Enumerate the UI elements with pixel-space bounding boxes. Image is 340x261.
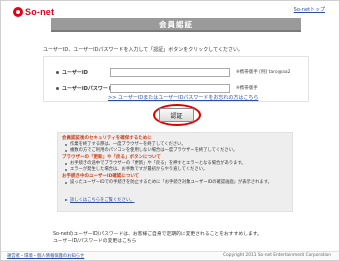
notice-box: 会員認証後のセキュリティを確保するために 作業を終了する際は、一度ブラウザーを終… xyxy=(57,132,293,212)
copyright: Copyright 2011 So-net Entertainment Corp… xyxy=(223,253,331,258)
change-credentials-link[interactable]: ユーザーID/パスワードの変更はこちら xyxy=(53,238,262,245)
bullet-icon xyxy=(56,86,59,90)
footnote-line: So-netのユーザーID/パスワードは、お客様ご自身で定期的に変更されることを… xyxy=(53,232,262,237)
password-label-text: ユーザーIDパスワード xyxy=(62,85,113,92)
intro-text: ユーザーID、ユーザーIDパスワードを入力して「認証」ボタンをクリックしてくださ… xyxy=(43,47,244,53)
notice-item: エラーが発生した場合は、お手数ですが最初からやり直してください。 xyxy=(62,167,288,173)
footnote: So-netのユーザーID/パスワードは、お客様ご自身で定期的に変更されることを… xyxy=(53,231,262,245)
user-id-row: ユーザーID ※携帯版手 [例] taro@aa2 xyxy=(44,65,308,79)
notice-item: 複数の方でご利用のパソコンを使用しない場合は一度ブラウザーを終了してください。 xyxy=(62,148,288,154)
bullet-icon xyxy=(56,70,59,74)
password-input[interactable] xyxy=(110,83,230,93)
footer: 運営者・環境・個人情報保護のお知らせ Copyright 2011 So-net… xyxy=(1,251,339,260)
user-id-input[interactable] xyxy=(110,67,230,77)
page-frame: So-net So-netトップ 会員認証 ユーザーID、ユーザーIDパスワード… xyxy=(0,0,340,261)
auth-button[interactable]: 認証 xyxy=(159,108,194,122)
title-bar: 会員認証 xyxy=(51,18,301,32)
sonet-logo[interactable]: So-net xyxy=(13,5,54,18)
logo-text: So-net xyxy=(25,6,55,17)
password-note: ※携帯版手 xyxy=(236,86,258,91)
password-label: ユーザーIDパスワード xyxy=(56,85,113,92)
user-id-note: ※携帯版手 [例] taro@aa2 xyxy=(236,70,291,75)
user-id-label-text: ユーザーID xyxy=(62,69,88,76)
footer-notice-link[interactable]: 運営者・環境・個人情報保護のお知らせ xyxy=(7,253,84,259)
login-form: ユーザーID ※携帯版手 [例] taro@aa2 ユーザーIDパスワード ※携… xyxy=(43,56,309,102)
sonet-logo-icon xyxy=(13,6,23,17)
user-id-label: ユーザーID xyxy=(56,69,88,76)
password-row: ユーザーIDパスワード ※携帯版手 xyxy=(44,81,308,95)
forgot-credentials-link[interactable]: >> ユーザーIDまたはユーザーIDパスワードをお忘れの方はこちら xyxy=(108,94,258,101)
notice-item: 誤ったユーザーIDでの手続きを防止するために「お手続き対象ユーザーIDの確認画面… xyxy=(62,180,288,186)
details-link[interactable]: 詳しくはこちらをご覧ください。 xyxy=(62,198,134,203)
page-title: 会員認証 xyxy=(159,19,193,29)
sonet-top-link[interactable]: So-netトップ xyxy=(294,6,325,13)
